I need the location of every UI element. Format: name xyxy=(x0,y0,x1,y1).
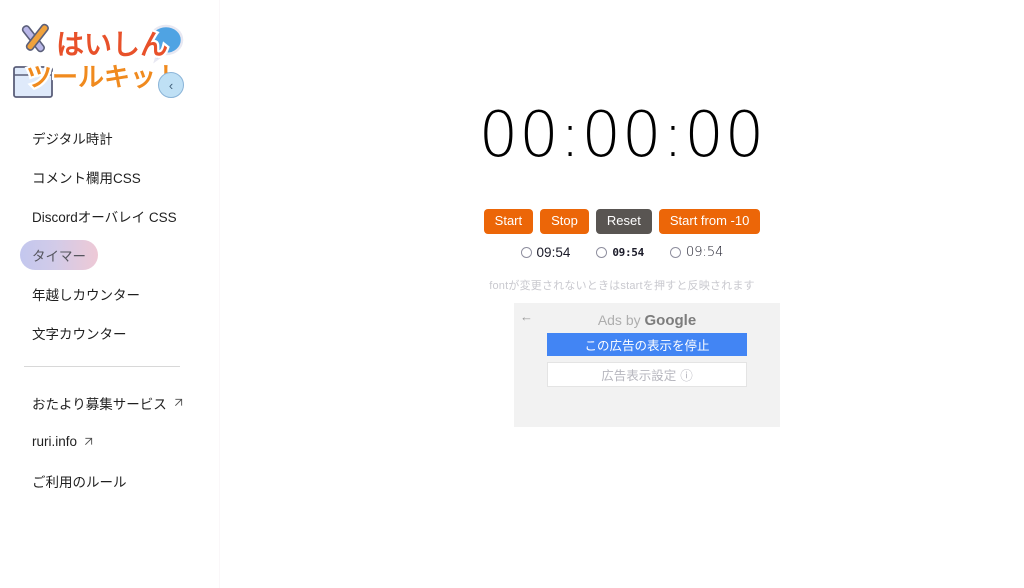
ads-by-google-label: Ads by Google xyxy=(514,312,780,329)
page-root: はいしん ツールキット ‹ デジタル時計 コメント欄用CSS Discordオー… xyxy=(0,0,1024,588)
site-logo[interactable]: はいしん ツールキット ‹ xyxy=(0,0,220,118)
sidebar-item-label: Discordオーバレイ CSS xyxy=(32,209,177,225)
sidebar-item-discord-overlay-css[interactable]: Discordオーバレイ CSS xyxy=(20,201,189,231)
google-ad-panel: ← Ads by Google この広告の表示を停止 広告表示設定 ⓘ xyxy=(514,303,780,427)
sidebar-item-discord-overlay-css-slot: Discordオーバレイ CSS xyxy=(0,196,219,235)
start-button[interactable]: Start xyxy=(483,209,534,234)
ad-settings-label: 広告表示設定 xyxy=(601,369,677,383)
font-option-preview: 09:54 xyxy=(685,245,724,260)
sidebar-item-digital-clock[interactable]: デジタル時計 xyxy=(20,123,125,153)
sidebar-item-label: 文字カウンター xyxy=(32,326,127,342)
sidebar-item-otayori-service[interactable]: おたより募集サービス xyxy=(20,388,195,418)
sidebar: はいしん ツールキット ‹ デジタル時計 コメント欄用CSS Discordオー… xyxy=(0,0,220,588)
sidebar-item-comment-css[interactable]: コメント欄用CSS xyxy=(20,162,153,192)
info-icon: ⓘ xyxy=(680,369,693,383)
sidebar-collapse-button[interactable]: ‹ xyxy=(158,72,184,98)
sidebar-item-label: ご利用のルール xyxy=(32,474,127,490)
sidebar-nav-list: デジタル時計 コメント欄用CSS Discordオーバレイ CSS タイマー 年… xyxy=(0,118,219,352)
stop-button[interactable]: Stop xyxy=(540,209,589,234)
external-link-icon xyxy=(174,395,183,410)
sidebar-item-ruri-info[interactable]: ruri.info xyxy=(20,427,105,457)
sidebar-item-label: ruri.info xyxy=(32,434,78,449)
ad-settings-button[interactable]: 広告表示設定 ⓘ xyxy=(547,362,747,387)
radio-icon[interactable] xyxy=(520,247,532,258)
sidebar-item-digital-clock-slot: デジタル時計 xyxy=(0,118,219,157)
sidebar-item-label: おたより募集サービス xyxy=(32,396,167,412)
tools-icon xyxy=(21,23,49,53)
sidebar-item-new-year-counter-slot: 年越しカウンター xyxy=(0,274,219,313)
radio-icon[interactable] xyxy=(669,247,681,258)
sidebar-item-label: タイマー xyxy=(32,248,86,264)
logo-artwork: はいしん ツールキット xyxy=(13,23,184,98)
google-wordmark: Google xyxy=(644,312,697,329)
sidebar-item-otayori-slot: おたより募集サービス xyxy=(0,383,219,422)
reset-button[interactable]: Reset xyxy=(595,209,652,234)
sidebar-item-comment-css-slot: コメント欄用CSS xyxy=(0,157,219,196)
radio-icon[interactable] xyxy=(596,247,608,258)
sidebar-item-terms-slot: ご利用のルール xyxy=(0,461,219,500)
sidebar-divider xyxy=(24,366,180,367)
sidebar-item-timer-slot: タイマー xyxy=(0,235,219,274)
font-option-3[interactable]: 09:54 xyxy=(669,245,724,260)
ads-by-text: Ads by xyxy=(597,312,645,328)
sidebar-item-character-counter-slot: 文字カウンター xyxy=(0,313,219,352)
sidebar-item-character-counter[interactable]: 文字カウンター xyxy=(20,318,139,348)
font-option-1[interactable]: 09:54 xyxy=(520,245,571,260)
font-option-2[interactable]: 09:54 xyxy=(596,246,644,259)
font-option-preview: 09:54 xyxy=(536,245,571,260)
sidebar-nav: デジタル時計 コメント欄用CSS Discordオーバレイ CSS タイマー 年… xyxy=(0,118,219,500)
font-hint-text: fontが変更されないときはstartを押すと反映されます xyxy=(489,280,755,292)
font-option-preview: 09:54 xyxy=(612,246,644,259)
main-content: 00:00:00 Start Stop Reset Start from -10… xyxy=(220,0,1024,588)
external-link-icon xyxy=(84,434,93,449)
logo-text-line1: はいしん xyxy=(56,28,168,61)
sidebar-item-ruri-info-slot: ruri.info xyxy=(0,422,219,461)
timer-display: 00:00:00 xyxy=(478,98,766,171)
sidebar-item-label: 年越しカウンター xyxy=(32,287,140,303)
start-from-minus-10-button[interactable]: Start from -10 xyxy=(658,209,761,234)
sidebar-item-label: デジタル時計 xyxy=(32,131,113,147)
sidebar-item-label: コメント欄用CSS xyxy=(32,170,141,186)
stop-showing-ad-button[interactable]: この広告の表示を停止 xyxy=(547,333,747,356)
chevron-left-icon: ‹ xyxy=(168,77,174,93)
timer-controls: Start Stop Reset Start from -10 xyxy=(220,209,1024,234)
font-option-group: 09:54 09:54 09:54 xyxy=(220,245,1024,260)
sidebar-item-new-year-counter[interactable]: 年越しカウンター xyxy=(20,279,152,309)
sidebar-item-timer[interactable]: タイマー xyxy=(20,239,98,270)
sidebar-footer-list: おたより募集サービス ruri.info ご利用のルール xyxy=(0,383,219,500)
sidebar-item-terms-of-use[interactable]: ご利用のルール xyxy=(20,466,139,496)
